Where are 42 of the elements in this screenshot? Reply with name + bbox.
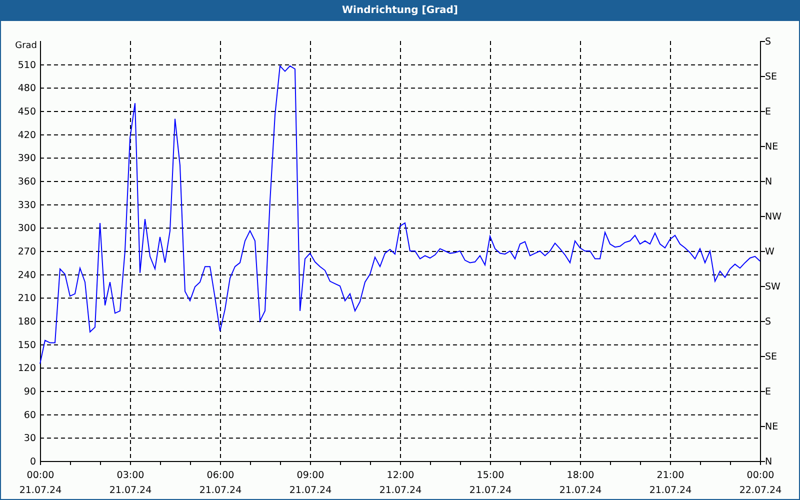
y-tick-label: 270 bbox=[18, 246, 36, 258]
compass-tick-label: NE bbox=[765, 422, 778, 432]
x-tick-label: 03:00 21.07.24 bbox=[109, 470, 152, 496]
y-tick-label: 120 bbox=[18, 363, 36, 374]
compass-tick-label: S bbox=[765, 316, 772, 328]
compass-tick-label: SW bbox=[765, 282, 780, 292]
y-tick-label: 450 bbox=[18, 106, 36, 118]
window-title: Windrichtung [Grad] bbox=[1, 1, 799, 21]
compass-tick-label: NW bbox=[765, 212, 782, 222]
compass-tick-label: W bbox=[765, 246, 774, 258]
compass-tick-label: SE bbox=[765, 72, 778, 82]
y-tick-label: 240 bbox=[18, 270, 36, 281]
y-tick-label: 180 bbox=[18, 316, 36, 328]
compass-tick-label: E bbox=[765, 386, 772, 398]
compass-tick-label: E bbox=[765, 106, 772, 118]
x-tick-label: 00:00 22.07.24 bbox=[739, 470, 782, 496]
y-tick-label: 390 bbox=[18, 153, 36, 164]
x-tick-label: 12:00 21.07.24 bbox=[379, 470, 422, 496]
x-tick-label: 09:00 21.07.24 bbox=[289, 470, 332, 496]
compass-tick-label: N bbox=[765, 176, 772, 188]
y-tick-label: 300 bbox=[18, 223, 36, 234]
y-tick-label: 330 bbox=[18, 200, 36, 211]
compass-tick-label: NE bbox=[765, 142, 778, 152]
x-tick-label: 21:00 21.07.24 bbox=[649, 470, 692, 496]
y-tick-label: 480 bbox=[18, 83, 36, 94]
y-tick-label: 210 bbox=[18, 293, 36, 304]
y-tick-label: 360 bbox=[18, 176, 36, 188]
x-tick-label: 18:00 21.07.24 bbox=[559, 470, 602, 496]
y-axis-unit-label: Grad bbox=[15, 41, 37, 51]
compass-tick-label: SE bbox=[765, 352, 778, 362]
compass-tick-label: S bbox=[765, 36, 772, 48]
y-tick-label: 420 bbox=[18, 130, 36, 141]
x-tick-label: 06:00 21.07.24 bbox=[199, 470, 242, 496]
y-tick-label: 60 bbox=[24, 410, 36, 421]
y-tick-label: 0 bbox=[30, 456, 36, 468]
y-tick-label: 510 bbox=[18, 60, 36, 71]
y-tick-label: 90 bbox=[24, 386, 36, 398]
compass-tick-label: N bbox=[765, 456, 772, 468]
y-tick-label: 150 bbox=[18, 340, 36, 351]
x-tick-label: 00:00 21.07.24 bbox=[19, 470, 62, 496]
y-tick-label: 30 bbox=[24, 433, 36, 444]
x-tick-label: 15:00 21.07.24 bbox=[469, 470, 512, 496]
